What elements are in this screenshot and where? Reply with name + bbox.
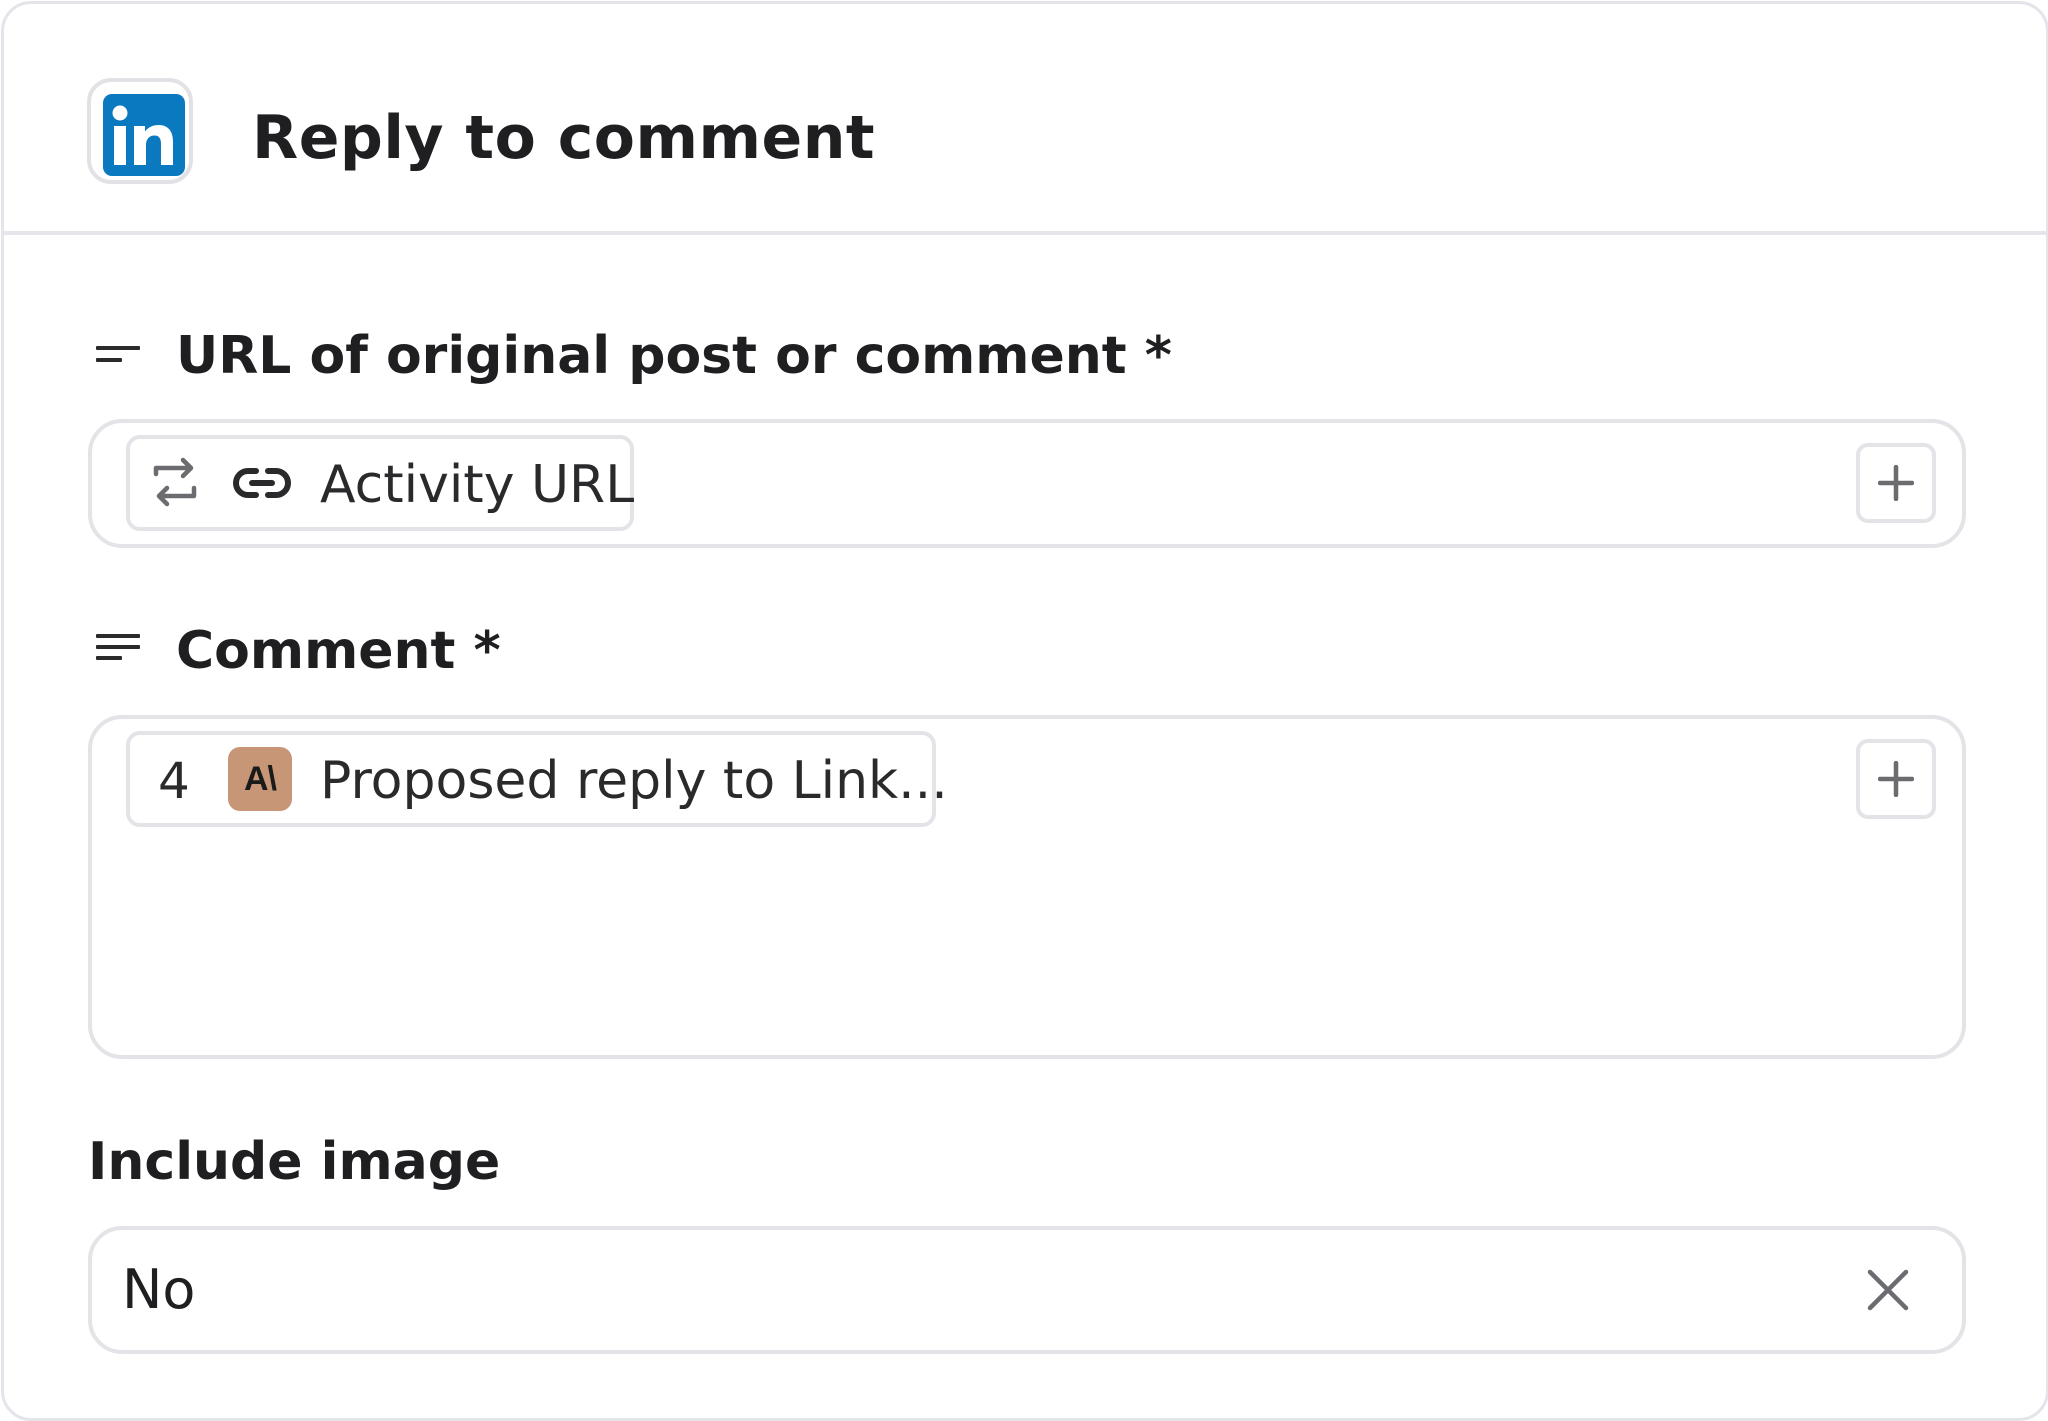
url-input[interactable]: Activity URL (88, 419, 1966, 548)
reply-to-comment-card: Reply to comment URL of original post or… (1, 1, 2048, 1421)
short-text-icon (96, 346, 140, 362)
long-text-icon (96, 634, 140, 660)
comment-input[interactable]: 4 A\ Proposed reply to Link... (88, 715, 1966, 1059)
proposed-reply-label: Proposed reply to Link... (320, 751, 948, 811)
include-image-value: No (122, 1258, 196, 1321)
app-icon (87, 78, 193, 184)
include-image-select[interactable]: No (88, 1226, 1966, 1354)
page-title: Reply to comment (252, 103, 876, 173)
proposed-reply-token[interactable]: 4 A\ Proposed reply to Link... (126, 731, 948, 827)
url-add-button[interactable] (1856, 443, 1936, 523)
activity-url-token[interactable]: Activity URL (126, 435, 634, 531)
link-icon (233, 468, 291, 498)
comment-add-button[interactable] (1856, 739, 1936, 819)
anthropic-logo-icon: A\ (228, 747, 292, 811)
plus-icon (1878, 465, 1914, 501)
linkedin-logo-icon (103, 94, 185, 176)
url-field-label: URL of original post or comment * (176, 326, 1172, 386)
close-icon[interactable] (1864, 1266, 1912, 1314)
plus-icon (1878, 761, 1914, 797)
card-header: Reply to comment (4, 4, 2046, 235)
include-image-label: Include image (88, 1132, 501, 1192)
repeat-icon (153, 457, 197, 507)
comment-field-label: Comment * (176, 621, 501, 681)
activity-url-label: Activity URL (320, 455, 635, 515)
step-number: 4 (158, 752, 190, 810)
